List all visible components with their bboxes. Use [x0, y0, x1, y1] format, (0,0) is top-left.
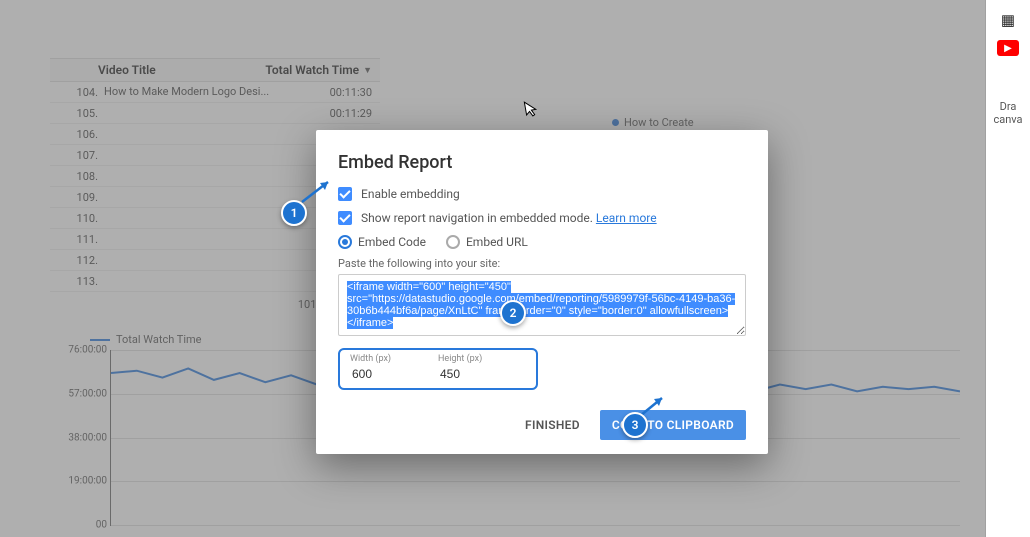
learn-more-link[interactable]: Learn more — [596, 211, 657, 225]
embed-code-textarea[interactable]: <iframe width="600" height="450" src="ht… — [338, 274, 746, 336]
callout-2: 2 — [500, 300, 526, 326]
radio-unchecked-icon — [446, 235, 460, 249]
callout-3: 3 — [622, 412, 648, 438]
enable-embedding-label: Enable embedding — [361, 187, 460, 201]
embed-report-dialog: Embed Report Enable embedding Show repor… — [316, 130, 768, 454]
dialog-title: Embed Report — [338, 152, 746, 173]
show-navigation-checkbox[interactable] — [338, 211, 352, 225]
height-label: Height (px) — [438, 354, 526, 364]
embed-code-radio[interactable]: Embed Code — [338, 235, 426, 249]
radio-checked-icon — [338, 235, 352, 249]
right-panel: ▦ ▶ Dra canva — [985, 0, 1030, 537]
width-label: Width (px) — [350, 354, 438, 364]
embed-url-radio[interactable]: Embed URL — [446, 235, 528, 249]
paste-instruction: Paste the following into your site: — [338, 257, 746, 270]
callout-1-arrow-icon — [298, 176, 338, 206]
layout-icon[interactable]: ▦ — [994, 10, 1022, 30]
height-input[interactable] — [438, 366, 492, 382]
show-navigation-label: Show report navigation in embedded mode.… — [361, 211, 657, 225]
youtube-icon[interactable]: ▶ — [997, 40, 1019, 56]
callout-1: 1 — [281, 200, 307, 226]
enable-embedding-checkbox[interactable] — [338, 187, 352, 201]
width-input[interactable] — [350, 366, 404, 382]
finished-button[interactable]: FINISHED — [519, 410, 586, 440]
right-panel-hint: Dra canva — [990, 100, 1026, 126]
dimensions-group: Width (px) Height (px) — [338, 348, 538, 390]
